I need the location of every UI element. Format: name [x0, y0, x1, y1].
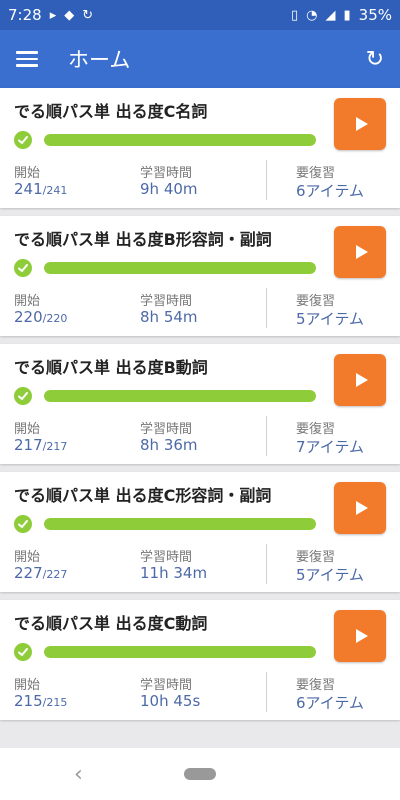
navigation-bar: ‹: [0, 748, 400, 800]
check-circle-icon: [14, 643, 32, 661]
divider: [266, 672, 267, 712]
status-time: 7:28: [8, 6, 42, 24]
deck-card[interactable]: でる順パス単 出る度C形容詞・副詞 開始 227/227 学習時間 11h 34…: [0, 472, 400, 592]
play-button[interactable]: [334, 226, 386, 278]
start-label: 開始: [14, 678, 41, 693]
progress-fill: [44, 646, 316, 658]
app-bar: ホーム ↻: [0, 30, 400, 88]
start-total: /241: [42, 184, 68, 197]
start-total: /217: [42, 440, 68, 453]
study-time-value: 11h 34m: [140, 564, 208, 582]
signal-icon: ◢: [325, 7, 336, 23]
review-label: 要復習: [296, 166, 336, 181]
start-total: /215: [42, 696, 68, 709]
start-count: 227: [14, 564, 43, 582]
deck-title: でる順パス単 出る度C名詞: [14, 102, 208, 121]
study-time-label: 学習時間: [140, 166, 193, 181]
review-value: 7アイテム: [296, 438, 365, 456]
progress-bar: [44, 518, 316, 530]
menu-icon[interactable]: [16, 51, 38, 67]
progress-bar: [44, 646, 316, 658]
check-circle-icon: [14, 515, 32, 533]
home-pill-icon[interactable]: [184, 768, 216, 780]
start-value: 241/241: [14, 180, 67, 198]
start-total: /220: [42, 312, 68, 325]
play-button[interactable]: [334, 482, 386, 534]
start-value: 217/217: [14, 436, 67, 454]
check-circle-icon: [14, 259, 32, 277]
divider: [266, 288, 267, 328]
deck-card[interactable]: でる順パス単 出る度B形容詞・副詞 開始 220/220 学習時間 8h 54m…: [0, 216, 400, 336]
progress-fill: [44, 262, 316, 274]
play-icon: [355, 245, 368, 259]
review-label: 要復習: [296, 678, 336, 693]
deck-title: でる順パス単 出る度B動詞: [14, 358, 208, 377]
deck-title: でる順パス単 出る度B形容詞・副詞: [14, 230, 272, 249]
divider: [266, 416, 267, 456]
progress-bar: [44, 262, 316, 274]
progress-fill: [44, 390, 316, 402]
start-total: /227: [42, 568, 68, 581]
start-value: 227/227: [14, 564, 67, 582]
start-label: 開始: [14, 294, 41, 309]
play-button[interactable]: [334, 98, 386, 150]
play-icon: [355, 629, 368, 643]
wifi-icon: ◔: [306, 7, 318, 23]
deck-card[interactable]: でる順パス単 出る度C動詞 開始 215/215 学習時間 10h 45s 要復…: [0, 600, 400, 720]
progress-fill: [44, 518, 316, 530]
progress-bar: [44, 134, 316, 146]
refresh-icon[interactable]: ↻: [366, 47, 384, 72]
deck-card[interactable]: でる順パス単 出る度C名詞 開始 241/241 学習時間 9h 40m 要復習…: [0, 88, 400, 208]
review-value: 6アイテム: [296, 182, 365, 200]
study-time-label: 学習時間: [140, 550, 193, 565]
review-value: 6アイテム: [296, 694, 365, 712]
divider: [266, 160, 267, 200]
start-value: 220/220: [14, 308, 67, 326]
deck-title: でる順パス単 出る度C形容詞・副詞: [14, 486, 272, 505]
review-label: 要復習: [296, 550, 336, 565]
check-circle-icon: [14, 131, 32, 149]
divider: [266, 544, 267, 584]
deck-title: でる順パス単 出る度C動詞: [14, 614, 208, 633]
status-bar: 7:28 ▸ ◆ ↻ ▯ ◔ ◢ ▮ 35%: [0, 0, 400, 30]
study-time-value: 8h 36m: [140, 436, 198, 454]
dropbox-icon: ◆: [64, 7, 75, 23]
study-time-value: 9h 40m: [140, 180, 198, 198]
cast-icon: ▸: [49, 7, 57, 23]
start-label: 開始: [14, 550, 41, 565]
back-icon[interactable]: ‹: [74, 762, 83, 787]
battery-icon: ▮: [343, 7, 351, 23]
sync-icon: ↻: [82, 7, 94, 23]
study-time-label: 学習時間: [140, 294, 193, 309]
play-button[interactable]: [334, 354, 386, 406]
progress-fill: [44, 134, 316, 146]
review-label: 要復習: [296, 294, 336, 309]
review-value: 5アイテム: [296, 566, 365, 584]
battery-percent: 35%: [358, 6, 392, 24]
start-count: 220: [14, 308, 43, 326]
deck-list: でる順パス単 出る度C名詞 開始 241/241 学習時間 9h 40m 要復習…: [0, 88, 400, 728]
start-label: 開始: [14, 422, 41, 437]
start-value: 215/215: [14, 692, 67, 710]
play-icon: [355, 373, 368, 387]
progress-bar: [44, 390, 316, 402]
play-icon: [355, 117, 368, 131]
start-count: 217: [14, 436, 43, 454]
start-count: 215: [14, 692, 43, 710]
check-circle-icon: [14, 387, 32, 405]
play-icon: [355, 501, 368, 515]
study-time-label: 学習時間: [140, 678, 193, 693]
study-time-label: 学習時間: [140, 422, 193, 437]
review-label: 要復習: [296, 422, 336, 437]
page-title: ホーム: [68, 48, 131, 72]
start-label: 開始: [14, 166, 41, 181]
vibrate-icon: ▯: [291, 7, 299, 23]
start-count: 241: [14, 180, 43, 198]
study-time-value: 8h 54m: [140, 308, 198, 326]
study-time-value: 10h 45s: [140, 692, 201, 710]
deck-card[interactable]: でる順パス単 出る度B動詞 開始 217/217 学習時間 8h 36m 要復習…: [0, 344, 400, 464]
play-button[interactable]: [334, 610, 386, 662]
review-value: 5アイテム: [296, 310, 365, 328]
